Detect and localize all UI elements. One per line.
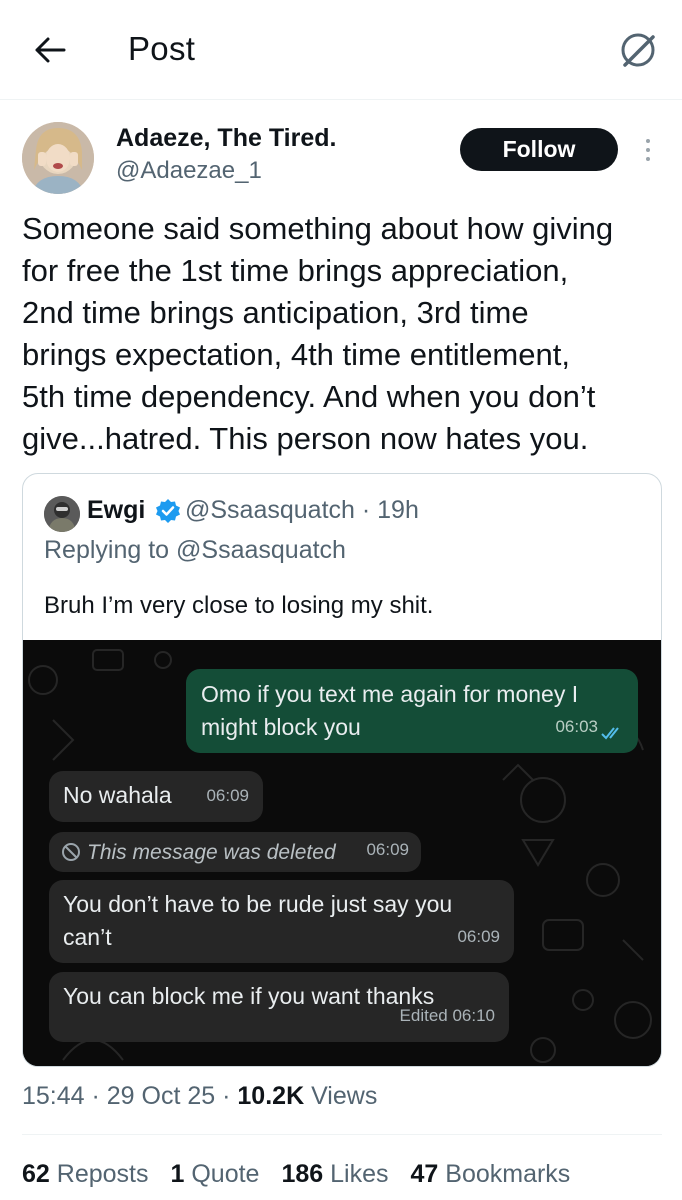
double-check-icon [601, 727, 619, 740]
follow-button[interactable]: Follow [460, 128, 618, 171]
quotes-label: Quote [191, 1160, 260, 1188]
incoming-message: No wahala 06:09 [49, 771, 263, 822]
replying-to: Replying to @Ssaasquatch [44, 536, 346, 564]
message-text: You don’t have to be rude just say you c… [63, 891, 453, 950]
message-text: You can block me if you want thanks [63, 983, 435, 1009]
likes-label: Likes [330, 1160, 389, 1188]
likes-count: 186 [281, 1160, 324, 1188]
back-button[interactable] [30, 30, 70, 70]
more-options-button[interactable] [634, 132, 662, 168]
quoted-author-name: Ewgi [87, 496, 146, 524]
engagement-stats: 62 Reposts 1 Quote 186 Likes 47 Bookmark… [22, 1160, 570, 1189]
post-text: Someone said something about how giving … [22, 211, 614, 456]
message-text: Omo if you text me again for money I mig… [201, 681, 579, 740]
quoted-handle-time: @Ssaasquatch · 19h [185, 496, 419, 524]
incoming-message: You can block me if you want thanks Edit… [49, 972, 509, 1042]
bookmarks-stat[interactable]: 47 Bookmarks [411, 1160, 571, 1189]
quoted-author-avatar [44, 496, 80, 532]
post-date: 29 Oct 25 [106, 1082, 216, 1110]
grok-button[interactable] [614, 26, 662, 74]
bookmarks-label: Bookmarks [445, 1160, 571, 1188]
bookmarks-count: 47 [410, 1160, 439, 1188]
quoted-post[interactable]: Ewgi @Ssaasquatch · 19h Replying to @Ssa… [22, 473, 662, 1067]
top-bar: Post [0, 0, 682, 100]
author-avatar[interactable] [22, 122, 94, 194]
blocked-circle-icon [62, 843, 80, 861]
author-handle[interactable]: @Adaezae_1 [116, 157, 262, 185]
message-text: No wahala [63, 782, 172, 808]
message-time: 06:09 [206, 786, 249, 805]
arrow-left-icon [35, 37, 66, 63]
incoming-message: You don’t have to be rude just say you c… [49, 880, 514, 963]
quotes-stat[interactable]: 1 Quote [170, 1160, 259, 1189]
message-time: 06:09 [366, 840, 409, 859]
views-count: 10.2K [237, 1082, 305, 1110]
more-vertical-icon [646, 139, 650, 143]
views-label: Views [311, 1082, 378, 1110]
reposts-label: Reposts [56, 1160, 149, 1188]
reposts-count: 62 [22, 1160, 50, 1188]
quotes-count: 1 [170, 1160, 185, 1188]
deleted-message: This message was deleted 06:09 [49, 832, 421, 872]
message-text: This message was deleted [87, 841, 336, 864]
verified-badge-icon [156, 499, 180, 523]
chat-screenshot-image: Omo if you text me again for money I mig… [23, 640, 661, 1066]
message-time: Edited 06:10 [399, 1006, 495, 1025]
post-time: 15:44 [22, 1082, 85, 1110]
grok-icon [621, 33, 655, 67]
post-meta: 15:44 · 29 Oct 25 · 10.2K Views [22, 1082, 378, 1110]
message-time: 06:09 [457, 927, 500, 946]
outgoing-message: Omo if you text me again for money I mig… [186, 669, 638, 753]
quoted-text: Bruh I’m very close to losing my shit. [44, 592, 434, 619]
author-name[interactable]: Adaeze, The Tired. [116, 124, 336, 153]
page-title: Post [128, 30, 196, 67]
message-time: 06:03 [555, 717, 598, 736]
reposts-stat[interactable]: 62 Reposts [22, 1160, 148, 1189]
divider [22, 1134, 662, 1135]
likes-stat[interactable]: 186 Likes [281, 1160, 388, 1189]
